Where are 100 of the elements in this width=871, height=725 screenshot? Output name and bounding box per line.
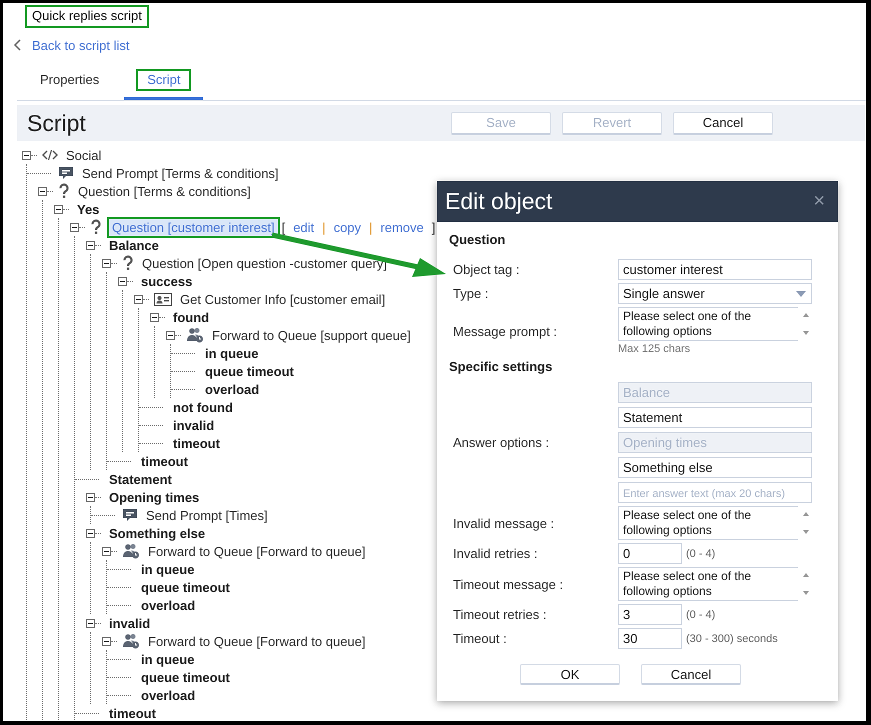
collapse-toggle[interactable] (166, 330, 175, 340)
separator-mark: | (369, 220, 372, 234)
field-label: Timeout retries : (452, 607, 548, 622)
collapse-toggle[interactable] (86, 618, 95, 628)
close-button[interactable]: × (810, 190, 828, 213)
people-icon (186, 327, 204, 343)
number-field[interactable]: 3 (618, 604, 682, 625)
collapse-toggle[interactable] (102, 546, 111, 556)
branch-label[interactable]: Opening times (106, 488, 202, 506)
answer-field[interactable]: Statement (618, 407, 812, 428)
collapse-toggle[interactable] (54, 204, 63, 214)
number-field[interactable]: 0 (618, 543, 682, 564)
collapse-toggle[interactable] (70, 222, 79, 232)
branch-label[interactable]: overload (138, 596, 198, 614)
branch-label[interactable]: in queue (138, 650, 198, 668)
branch-label[interactable]: invalid (170, 416, 218, 434)
message-field[interactable]: Please select one of the following options (618, 307, 798, 341)
branch-label[interactable]: in queue (202, 344, 262, 362)
text-field[interactable]: customer interest (618, 259, 812, 280)
scroll-arrows-icon (802, 572, 810, 596)
action-link[interactable]: remove (380, 220, 424, 234)
branch-label[interactable]: queue timeout (202, 362, 297, 380)
bracket-mark: ] (432, 220, 436, 234)
branch-label[interactable]: success (138, 272, 196, 290)
message-field[interactable]: Please select one of the following options (618, 567, 798, 601)
message-field[interactable]: Please select one of the following options (618, 506, 798, 540)
separator-mark: | (322, 220, 326, 234)
people-icon (122, 633, 140, 649)
people-icon (122, 543, 140, 559)
tree-node-label[interactable]: Social (63, 146, 104, 164)
dialog-button[interactable]: Cancel (641, 664, 741, 685)
field-label: Answer options : (452, 435, 550, 450)
range-hint: (0 - 4) (686, 548, 716, 560)
bracket-mark: [ (282, 220, 286, 234)
action-link[interactable]: copy (334, 220, 362, 234)
tab[interactable]: Script (124, 61, 204, 100)
section-heading: Question (449, 232, 506, 247)
branch-label[interactable]: timeout (106, 704, 159, 721)
branch-label[interactable]: overload (202, 380, 262, 398)
answer-field[interactable]: Enter answer text (max 20 chars) (618, 482, 812, 503)
range-hint: (0 - 4) (686, 608, 716, 620)
branch-label[interactable]: Statement (106, 470, 175, 488)
collapse-toggle[interactable] (22, 150, 31, 160)
collapse-toggle[interactable] (86, 240, 95, 250)
number-field[interactable]: 30 (618, 628, 682, 649)
branch-label[interactable]: Balance (106, 236, 162, 254)
chevron-left-icon (13, 39, 21, 51)
tab[interactable]: Properties (17, 61, 122, 100)
tree-node-label[interactable]: Get Customer Info [customer email] (177, 290, 388, 308)
branch-label[interactable]: queue timeout (138, 578, 233, 596)
collapse-toggle[interactable] (38, 186, 47, 196)
collapse-toggle[interactable] (86, 492, 95, 502)
branch-label[interactable]: Something else (106, 524, 208, 542)
field-label: Message prompt : (452, 324, 558, 338)
branch-label[interactable]: Yes (74, 200, 102, 218)
panel-title: Script (26, 110, 87, 136)
collapse-toggle[interactable] (118, 276, 127, 286)
field-label: Type : (452, 286, 490, 301)
branch-label[interactable]: found (170, 308, 212, 326)
speech-bubble-icon (58, 166, 74, 180)
tree-node-label[interactable]: Question [Terms & conditions] (75, 182, 254, 200)
tree-node-label[interactable]: Send Prompt [Terms & conditions] (79, 164, 282, 182)
collapse-toggle[interactable] (102, 258, 111, 268)
tree-node-label[interactable]: Forward to Queue [Forward to queue] (145, 632, 369, 650)
section-heading: Specific settings (449, 359, 554, 374)
branch-label[interactable]: timeout (138, 452, 191, 470)
collapse-toggle[interactable] (134, 294, 143, 304)
field-label: Invalid message : (452, 516, 556, 530)
field-hint: Max 125 chars (618, 343, 692, 355)
branch-label[interactable]: not found (170, 398, 236, 416)
scroll-arrows-icon (802, 312, 810, 336)
collapse-toggle[interactable] (102, 636, 111, 646)
branch-label[interactable]: in queue (138, 560, 198, 578)
collapse-toggle[interactable] (86, 528, 95, 538)
answer-field[interactable]: Something else (618, 457, 812, 478)
speech-bubble-icon (122, 508, 138, 522)
field-label: Timeout : (452, 631, 508, 646)
range-hint: (30 - 300) seconds (686, 632, 778, 644)
contact-card-icon (154, 292, 172, 306)
toolbar-button[interactable]: Cancel (673, 112, 773, 134)
branch-label[interactable]: queue timeout (138, 668, 233, 686)
branch-label[interactable]: overload (138, 686, 198, 704)
question-mark-icon (122, 255, 134, 271)
question-mark-icon (90, 219, 102, 235)
question-mark-icon (58, 183, 70, 199)
scroll-arrows-icon (802, 511, 810, 535)
dropdown[interactable]: Single answer (618, 283, 812, 304)
field-label: Timeout message : (452, 576, 564, 592)
field-label: Object tag : (452, 262, 520, 277)
tree-node-label[interactable]: Forward to Queue [support queue] (209, 326, 414, 344)
dialog-button[interactable]: OK (520, 664, 620, 685)
action-link[interactable]: edit (293, 220, 314, 234)
collapse-toggle[interactable] (150, 312, 159, 322)
branch-label[interactable]: invalid (106, 614, 154, 632)
branch-label[interactable]: timeout (170, 434, 223, 452)
tree-node-label[interactable]: Forward to Queue [Forward to queue] (145, 542, 369, 560)
caret-icon (796, 290, 806, 296)
back-link[interactable]: Back to script list (13, 38, 130, 52)
tree-node-label[interactable]: Send Prompt [Times] (143, 506, 271, 524)
dialog-title: Edit object (445, 188, 552, 215)
